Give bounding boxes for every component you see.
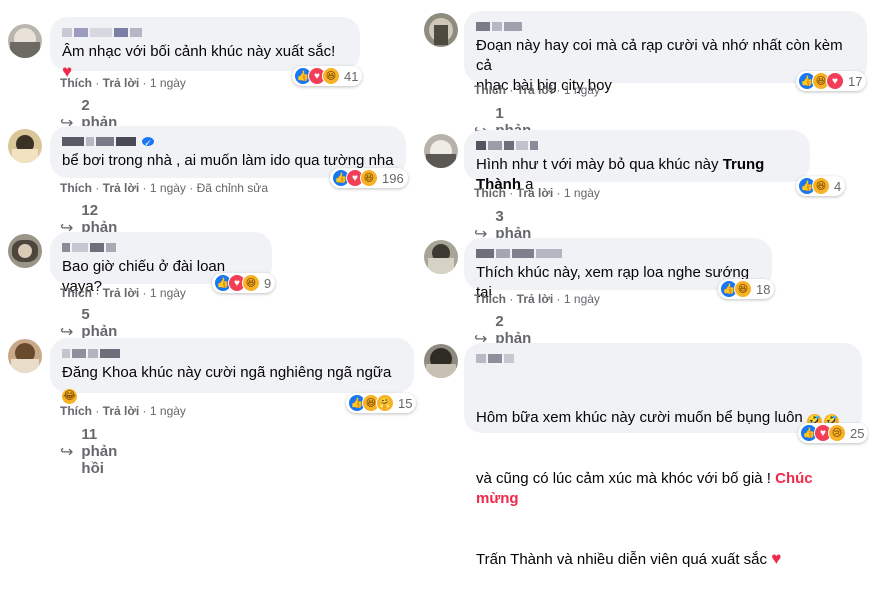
avatar[interactable] xyxy=(8,339,42,373)
timestamp[interactable]: 1 ngày xyxy=(150,286,186,300)
like-link[interactable]: Thích xyxy=(474,186,506,200)
avatar[interactable] xyxy=(424,134,458,168)
like-link[interactable]: Thích xyxy=(60,181,92,195)
avatar[interactable] xyxy=(8,234,42,268)
reaction-summary[interactable]: 👍 😆 4 xyxy=(796,176,846,196)
reaction-count: 4 xyxy=(834,178,842,194)
reaction-summary[interactable]: 👍 😆 18 xyxy=(718,279,775,299)
reply-link[interactable]: Trả lời xyxy=(103,181,140,195)
reaction-summary[interactable]: 👍 😆 ♥ 17 xyxy=(796,71,867,91)
heart-emoji-icon: ♥ xyxy=(771,549,782,568)
reaction-count: 18 xyxy=(756,281,771,297)
comment-bubble: Đăng Khoa khúc này cười ngã nghiêng ngã … xyxy=(50,338,414,404)
reaction-count: 17 xyxy=(848,73,863,89)
comment-actions: Thích · Trả lời · 1 ngày xyxy=(474,292,600,306)
commenter-name[interactable] xyxy=(476,19,855,34)
reaction-count: 196 xyxy=(382,170,404,186)
comment-bubble: Âm nhạc với bối cảnh khúc này xuất sắc! … xyxy=(50,17,360,81)
comment-bubble: Hình như t với mày bỏ qua khúc này Trung… xyxy=(464,130,810,193)
avatar[interactable] xyxy=(8,129,42,163)
reaction-summary[interactable]: 👍 ♥ 😆 196 xyxy=(330,168,408,188)
timestamp[interactable]: 1 ngày xyxy=(150,404,186,418)
view-replies-button[interactable]: ↪ 11 phản hồi xyxy=(60,426,117,477)
reply-link[interactable]: Trả lời xyxy=(103,76,140,90)
like-link[interactable]: Thích xyxy=(60,76,92,90)
laughing-emoji-icon: 😂 xyxy=(62,389,77,404)
reply-link[interactable]: Trả lời xyxy=(103,404,140,418)
comment-actions: Thích · Trả lời · 1 ngày xyxy=(60,76,186,90)
timestamp[interactable]: 1 ngày xyxy=(564,186,600,200)
comment-actions: Thích · Trả lời · 1 ngày xyxy=(474,186,600,200)
commenter-name[interactable] xyxy=(476,138,798,153)
reaction-summary[interactable]: 👍 ♥ 😆 41 xyxy=(292,66,363,86)
like-link[interactable]: Thích xyxy=(474,83,506,97)
verified-badge-icon: ✓ xyxy=(142,137,154,148)
timestamp[interactable]: 1 ngày xyxy=(150,181,186,195)
care-reaction-icon: 🤗 xyxy=(376,394,394,412)
reaction-summary[interactable]: 👍 ♥ 😢 25 xyxy=(798,423,869,443)
reply-link[interactable]: Trả lời xyxy=(517,83,554,97)
sad-reaction-icon: 😢 xyxy=(828,424,846,442)
avatar[interactable] xyxy=(8,24,42,58)
reaction-count: 15 xyxy=(398,395,413,411)
commenter-name[interactable] xyxy=(62,25,348,40)
avatar[interactable] xyxy=(424,344,458,378)
avatar[interactable] xyxy=(424,13,458,47)
like-link[interactable]: Thích xyxy=(60,286,92,300)
timestamp[interactable]: 1 ngày xyxy=(150,76,186,90)
comment-text: Hôm bữa xem khúc này cười muốn bể bụng l… xyxy=(476,409,839,568)
reply-link[interactable]: Trả lời xyxy=(517,292,554,306)
reaction-count: 25 xyxy=(850,425,865,441)
commenter-name[interactable] xyxy=(62,346,402,361)
reply-link[interactable]: Trả lời xyxy=(517,186,554,200)
timestamp[interactable]: 1 ngày xyxy=(564,292,600,306)
edited-label: Đã chỉnh sửa xyxy=(196,181,268,195)
comment-actions: Thích · Trả lời · 1 ngày xyxy=(60,404,186,418)
comment-bubble: Hôm bữa xem khúc này cười muốn bể bụng l… xyxy=(464,343,862,568)
reply-link[interactable]: Trả lời xyxy=(103,286,140,300)
love-reaction-icon: ♥ xyxy=(826,72,844,90)
comment-actions: Thích · Trả lời · 1 ngày xyxy=(60,286,186,300)
haha-reaction-icon: 😆 xyxy=(734,280,752,298)
reaction-count: 41 xyxy=(344,68,359,84)
reaction-summary[interactable]: 👍 😆 🤗 15 xyxy=(346,393,417,413)
comment-actions: Thích · Trả lời · 1 ngày · Đã chỉnh sửa xyxy=(60,181,268,195)
like-link[interactable]: Thích xyxy=(474,292,506,306)
haha-reaction-icon: 😆 xyxy=(812,177,830,195)
commenter-name[interactable] xyxy=(476,246,760,261)
commenter-name[interactable] xyxy=(62,240,260,255)
reaction-summary[interactable]: 👍 ♥ 😆 9 xyxy=(212,273,276,293)
reaction-count: 9 xyxy=(264,275,272,291)
reply-arrow-icon: ↪ xyxy=(60,443,74,461)
haha-reaction-icon: 😆 xyxy=(360,169,378,187)
commenter-name[interactable] xyxy=(476,351,850,366)
like-link[interactable]: Thích xyxy=(60,404,92,418)
comment-actions: Thích · Trả lời · 1 ngày xyxy=(474,83,600,97)
haha-reaction-icon: 😆 xyxy=(322,67,340,85)
commenter-name[interactable]: ✓ xyxy=(62,134,394,149)
haha-reaction-icon: 😆 xyxy=(242,274,260,292)
timestamp[interactable]: 1 ngày xyxy=(564,83,600,97)
avatar[interactable] xyxy=(424,240,458,274)
